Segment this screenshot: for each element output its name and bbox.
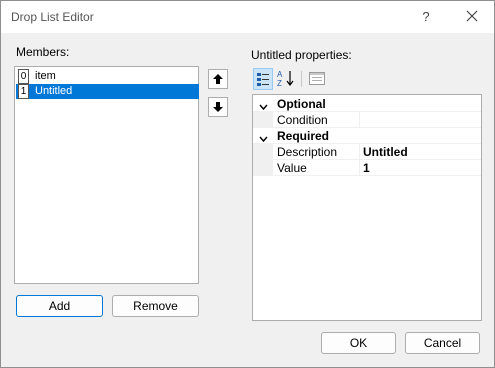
arrow-down-icon: [213, 102, 223, 112]
ok-button[interactable]: OK: [321, 332, 396, 354]
title-bar: Drop List Editor ?: [1, 1, 494, 33]
property-row-value[interactable]: Value 1: [253, 160, 481, 176]
arrow-up-icon: [213, 74, 223, 84]
list-item-index: 0: [18, 69, 29, 84]
alphabetical-icon: A Z: [277, 70, 294, 88]
property-value[interactable]: Untitled: [363, 145, 408, 159]
cancel-button[interactable]: Cancel: [405, 332, 480, 354]
property-row-description[interactable]: Description Untitled: [253, 144, 481, 160]
row-gutter: [253, 144, 273, 159]
members-label: Members:: [16, 45, 70, 59]
toolbar-separator: [301, 71, 302, 87]
move-up-button[interactable]: [208, 69, 228, 89]
property-grid[interactable]: Optional Condition Required Description …: [252, 94, 482, 321]
property-name: Condition: [277, 113, 328, 127]
property-pages-button[interactable]: [307, 68, 327, 90]
list-item[interactable]: 0 item: [16, 69, 199, 84]
category-row-required[interactable]: Required: [253, 128, 481, 144]
drop-list-editor-dialog: Drop List Editor ? Members: 0 item 1 Unt…: [0, 0, 495, 368]
add-button[interactable]: Add: [16, 295, 103, 317]
category-label: Optional: [277, 97, 326, 111]
row-gutter: [253, 160, 273, 175]
list-item-index: 1: [18, 84, 29, 99]
category-label: Required: [277, 129, 330, 143]
svg-text:Z: Z: [277, 79, 282, 88]
categorized-icon: [257, 73, 269, 86]
property-name: Description: [277, 145, 338, 159]
properties-label: Untitled properties:: [251, 48, 352, 62]
move-down-button[interactable]: [208, 97, 228, 117]
alphabetical-button[interactable]: A Z: [276, 68, 296, 90]
column-divider: [359, 112, 360, 127]
column-divider: [359, 144, 360, 159]
svg-text:A: A: [277, 70, 283, 79]
category-row-optional[interactable]: Optional: [253, 96, 481, 112]
help-button[interactable]: ?: [413, 6, 439, 28]
list-item-label: item: [35, 70, 56, 82]
close-icon: [466, 10, 478, 22]
list-item-selected[interactable]: 1 Untitled: [16, 84, 199, 99]
property-row-condition[interactable]: Condition: [253, 112, 481, 128]
property-name: Value: [277, 161, 307, 175]
members-list[interactable]: 0 item 1 Untitled: [14, 66, 199, 284]
list-item-label: Untitled: [35, 85, 73, 97]
remove-button[interactable]: Remove: [112, 295, 199, 317]
categorized-button[interactable]: [253, 68, 273, 90]
close-button[interactable]: [459, 6, 485, 28]
property-value[interactable]: 1: [363, 161, 370, 175]
property-pages-icon: [309, 72, 325, 85]
row-gutter: [253, 112, 273, 127]
window-title: Drop List Editor: [11, 10, 94, 24]
column-divider: [359, 160, 360, 175]
